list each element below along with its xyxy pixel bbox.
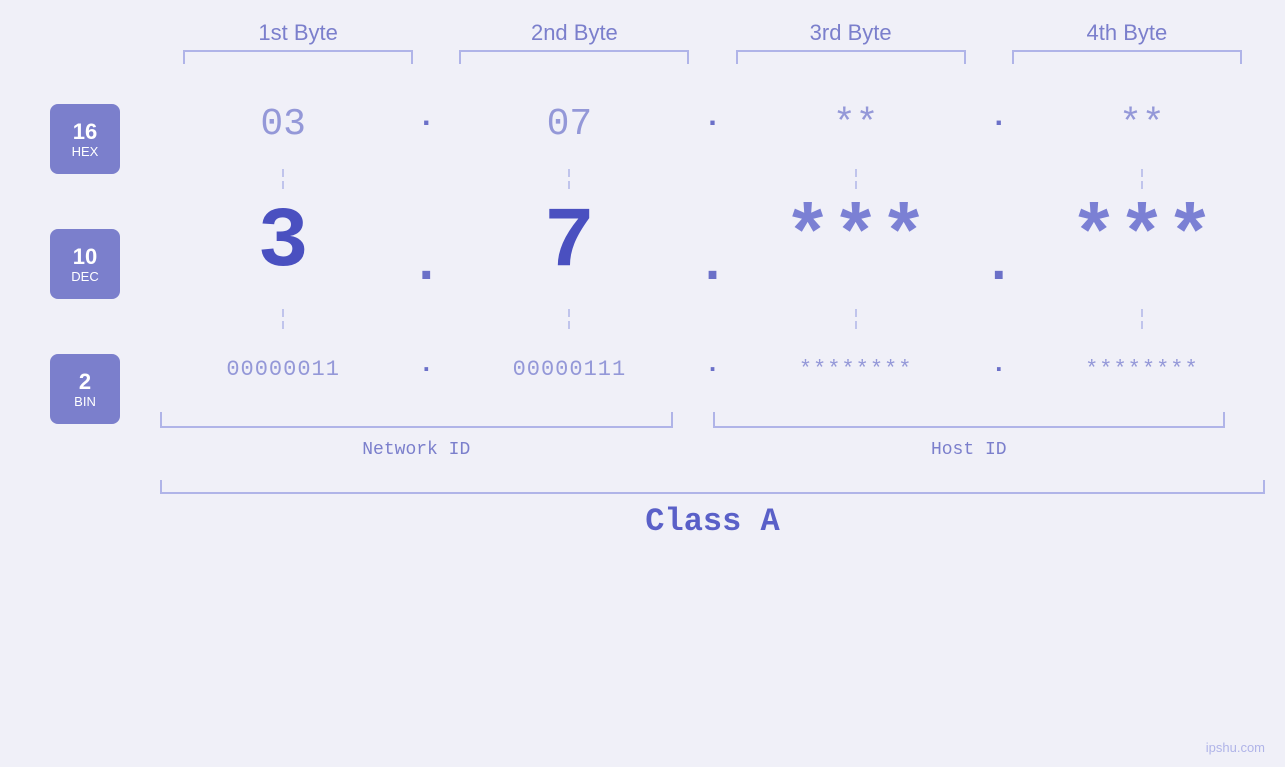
sep-dec-bin <box>160 304 1285 334</box>
bin-label: BIN <box>74 395 96 408</box>
ip-grid: 03 . 07 . ** . ** <box>160 74 1285 546</box>
dec-oct1: 3 <box>258 194 309 291</box>
bin-dot1: . <box>406 349 446 389</box>
sep6 <box>446 309 692 329</box>
dec-oct1-group: 3 <box>160 194 406 291</box>
dbl5 <box>282 309 284 329</box>
bin-dot2: . <box>693 349 733 389</box>
byte1-header: 1st Byte <box>173 20 423 46</box>
hex-oct3-group: ** <box>733 103 979 146</box>
sep4 <box>1019 169 1265 189</box>
badges-column: 16 HEX 10 DEC 2 BIN <box>30 74 140 424</box>
bin-oct1: 00000011 <box>226 357 340 382</box>
bin-oct2-group: 00000111 <box>446 357 692 382</box>
dbl2 <box>568 169 570 189</box>
hex-dot1: . <box>406 101 446 147</box>
hex-oct3: ** <box>833 103 879 146</box>
hex-dot2: . <box>693 101 733 147</box>
bin-oct3-group: ******** <box>733 357 979 382</box>
bin-oct4: ******** <box>1085 357 1199 382</box>
bracket-2 <box>459 50 689 64</box>
hex-label: HEX <box>72 145 99 158</box>
sep3 <box>733 169 979 189</box>
hex-number: 16 <box>73 121 97 143</box>
hex-dot3: . <box>979 101 1019 147</box>
host-id-label: Host ID <box>713 440 1226 460</box>
dec-row: 3 . 7 . *** . *** <box>160 194 1285 304</box>
sep1 <box>160 169 406 189</box>
top-bracket-row <box>0 50 1285 64</box>
bracket-1 <box>183 50 413 64</box>
main-container: 1st Byte 2nd Byte 3rd Byte 4th Byte 16 H… <box>0 0 1285 767</box>
dec-dot2: . <box>693 194 733 304</box>
sep-hex-dec <box>160 164 1285 194</box>
sep8 <box>1019 309 1265 329</box>
sep7 <box>733 309 979 329</box>
bin-oct3: ******** <box>799 357 913 382</box>
id-labels-row: Network ID Host ID <box>160 430 1285 470</box>
bin-dot1-char: . <box>418 349 434 379</box>
hex-oct1: 03 <box>260 103 306 146</box>
big-bracket-row <box>160 474 1285 494</box>
hex-oct4-group: ** <box>1019 103 1265 146</box>
byte-headers: 1st Byte 2nd Byte 3rd Byte 4th Byte <box>0 0 1285 46</box>
dbl4 <box>1141 169 1143 189</box>
content-area: 16 HEX 10 DEC 2 BIN 03 . <box>0 74 1285 767</box>
bin-dot3-char: . <box>991 349 1007 379</box>
bin-oct4-group: ******** <box>1019 357 1265 382</box>
dec-oct4: *** <box>1070 194 1214 285</box>
hex-oct1-group: 03 <box>160 103 406 146</box>
hex-oct2-group: 07 <box>446 103 692 146</box>
bin-oct1-group: 00000011 <box>160 357 406 382</box>
host-bracket <box>713 412 1226 428</box>
dbl6 <box>568 309 570 329</box>
dec-label: DEC <box>71 270 98 283</box>
dec-oct3-group: *** <box>733 194 979 285</box>
dbl7 <box>855 309 857 329</box>
class-label: Class A <box>645 503 779 540</box>
dec-oct2: 7 <box>544 194 595 291</box>
class-bracket <box>160 480 1265 494</box>
dec-number: 10 <box>73 246 97 268</box>
hex-dot3-char: . <box>990 101 1008 135</box>
hex-badge: 16 HEX <box>50 104 120 174</box>
bin-badge: 2 BIN <box>50 354 120 424</box>
network-id-label: Network ID <box>160 440 673 460</box>
dbl3 <box>855 169 857 189</box>
hex-oct2: 07 <box>547 103 593 146</box>
bottom-brackets-row <box>160 408 1285 428</box>
dec-dot3-char: . <box>982 233 1015 296</box>
bin-oct2: 00000111 <box>513 357 627 382</box>
bin-dot2-char: . <box>705 349 721 379</box>
hex-oct4: ** <box>1119 103 1165 146</box>
sep2 <box>446 169 692 189</box>
dbl1 <box>282 169 284 189</box>
bin-row: 00000011 . 00000111 . ******** . <box>160 334 1285 404</box>
byte4-header: 4th Byte <box>1002 20 1252 46</box>
dec-oct4-group: *** <box>1019 194 1265 285</box>
byte2-header: 2nd Byte <box>449 20 699 46</box>
dec-dot1-char: . <box>410 233 443 296</box>
bin-dot3: . <box>979 349 1019 389</box>
hex-dot1-char: . <box>417 101 435 135</box>
network-bracket <box>160 412 673 428</box>
byte3-header: 3rd Byte <box>726 20 976 46</box>
hex-row: 03 . 07 . ** . ** <box>160 84 1285 164</box>
bracket-4 <box>1012 50 1242 64</box>
bin-number: 2 <box>79 371 91 393</box>
dec-dot1: . <box>406 194 446 304</box>
class-label-row: Class A <box>160 496 1285 546</box>
dbl8 <box>1141 309 1143 329</box>
dec-badge: 10 DEC <box>50 229 120 299</box>
watermark: ipshu.com <box>1206 740 1265 755</box>
hex-dot2-char: . <box>703 101 721 135</box>
sep5 <box>160 309 406 329</box>
dec-dot2-char: . <box>696 233 729 296</box>
bracket-3 <box>736 50 966 64</box>
dec-dot3: . <box>979 194 1019 304</box>
dec-oct3: *** <box>784 194 928 285</box>
dec-oct2-group: 7 <box>446 194 692 291</box>
